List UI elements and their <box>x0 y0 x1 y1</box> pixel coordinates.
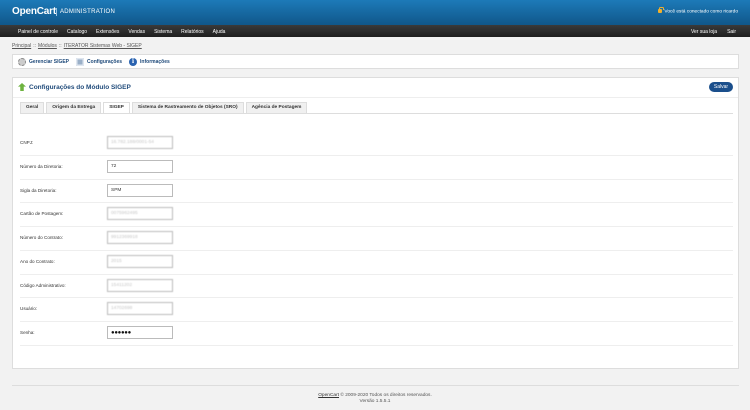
menu-dashboard[interactable]: Painel de controle <box>18 29 58 35</box>
breadcrumb-separator: :: <box>58 43 62 49</box>
form-row-directorate-acronym: Sigla da Diretoria: <box>20 180 733 204</box>
menu-help[interactable]: Ajuda <box>213 29 226 35</box>
form-row-contract-year: Ano do Contrato: <box>20 251 733 275</box>
admin-code-input[interactable] <box>107 278 173 292</box>
contract-number-label: Número do Contrato: <box>20 235 63 240</box>
directorate-acronym-input[interactable] <box>107 183 173 197</box>
password-input[interactable] <box>107 326 173 339</box>
footer-opencart-link[interactable]: OpenCart <box>318 393 339 398</box>
menu-system[interactable]: Sistema <box>154 29 172 35</box>
breadcrumb-home[interactable]: Principal <box>12 43 31 49</box>
directorate-acronym-label: Sigla da Diretoria: <box>20 187 57 193</box>
directorate-number-input[interactable] <box>107 159 173 173</box>
administration-label: ADMINISTRATION <box>60 9 116 15</box>
settings-label: Configurações <box>87 59 123 65</box>
module-toolbar: Gerenciar SIGEP Configurações i Informaçõ… <box>12 54 739 69</box>
gear-icon <box>18 58 26 66</box>
manage-sigep-label: Gerenciar SIGEP <box>29 59 70 65</box>
breadcrumb-current[interactable]: ITERATOR Sistemas Web - SIGEP <box>64 43 142 49</box>
opencart-logo[interactable]: OpenCart <box>12 6 56 17</box>
posting-card-input[interactable] <box>107 207 173 221</box>
tab-general[interactable]: Geral <box>20 102 45 113</box>
form-row-password: Senha: <box>20 322 733 346</box>
module-settings-panel: Configurações do Módulo SIGEP Salvar Ger… <box>12 77 739 369</box>
tab-tracking-system[interactable]: Sistema de Rastreamento de Objetos (SRO) <box>131 102 244 113</box>
footer: OpenCart © 2009-2020 Todos os direitos r… <box>0 385 750 405</box>
panel-heading: Configurações do Módulo SIGEP Salvar <box>13 78 738 98</box>
sigep-form: CNPJ: Número da Diretoria: Sigla da Dire… <box>20 132 733 346</box>
breadcrumb-separator: :: <box>33 43 36 49</box>
tab-divider <box>20 113 733 114</box>
tab-delivery-origin[interactable]: Origem da Entrega <box>46 102 102 113</box>
password-label: Senha: <box>20 330 35 335</box>
form-row-user: Usuário: <box>20 298 733 322</box>
settings-icon <box>76 58 85 66</box>
breadcrumb-modules[interactable]: Módulos <box>38 43 57 49</box>
user-input[interactable] <box>107 302 173 316</box>
module-icon <box>18 83 26 91</box>
panel-title: Configurações do Módulo SIGEP <box>18 83 131 91</box>
header-divider <box>56 8 57 16</box>
menu-reports[interactable]: Relatórios <box>181 29 204 35</box>
footer-divider <box>12 385 739 386</box>
user-label: Usuário: <box>20 306 38 312</box>
panel-title-text: Configurações do Módulo SIGEP <box>29 83 131 91</box>
main-menu: Painel de controle Catalogo Extensões Ve… <box>0 25 750 37</box>
cnpj-input[interactable] <box>107 136 173 149</box>
logged-in-status: Você está conectado como ricardo <box>658 7 738 15</box>
menu-extensions[interactable]: Extensões <box>96 29 119 35</box>
lock-icon <box>658 7 664 13</box>
logout-link[interactable]: Sair <box>727 29 736 35</box>
information-label: Informações <box>140 59 170 65</box>
menu-sales[interactable]: Vendas <box>128 29 145 35</box>
form-row-directorate-number: Número da Diretoria: <box>20 156 733 180</box>
settings-link[interactable]: Configurações <box>76 58 122 66</box>
info-icon: i <box>129 58 138 66</box>
contract-year-input[interactable] <box>107 254 173 268</box>
breadcrumb: Principal:: Módulos:: ITERATOR Sistemas We… <box>12 43 142 49</box>
directorate-number-label: Número da Diretoria: <box>20 163 63 169</box>
view-store-link[interactable]: Ver sua loja <box>691 29 717 35</box>
settings-tabs: Geral Origem da Entrega SIGEP Sistema de… <box>20 102 309 114</box>
contract-year-label: Ano do Contrato: <box>20 258 55 264</box>
footer-copyright-text: © 2009-2020 Todos os direitos reservados… <box>340 393 432 398</box>
form-row-admin-code: Código Administrativo: <box>20 275 733 299</box>
contract-number-input[interactable] <box>107 231 173 244</box>
form-row-contract-number: Número do Contrato: <box>20 227 733 251</box>
posting-card-label: Cartão de Postagem: <box>20 211 64 217</box>
information-link[interactable]: i Informações <box>129 58 170 66</box>
tab-post-agency[interactable]: Agência de Postagem <box>245 102 308 113</box>
form-row-cnpj: CNPJ: <box>20 132 733 156</box>
menu-catalog[interactable]: Catalogo <box>67 29 87 35</box>
cnpj-label: CNPJ: <box>20 140 34 145</box>
manage-sigep-link[interactable]: Gerenciar SIGEP <box>18 58 69 66</box>
footer-version: Versão 1.5.5.1 <box>359 399 391 404</box>
save-button[interactable]: Salvar <box>709 82 733 92</box>
logged-in-text: Você está conectado como ricardo <box>664 9 738 15</box>
form-row-posting-card: Cartão de Postagem: <box>20 203 733 227</box>
admin-code-label: Código Administrativo: <box>20 282 66 288</box>
top-header: OpenCart ADMINISTRATION Você está conect… <box>0 0 750 25</box>
